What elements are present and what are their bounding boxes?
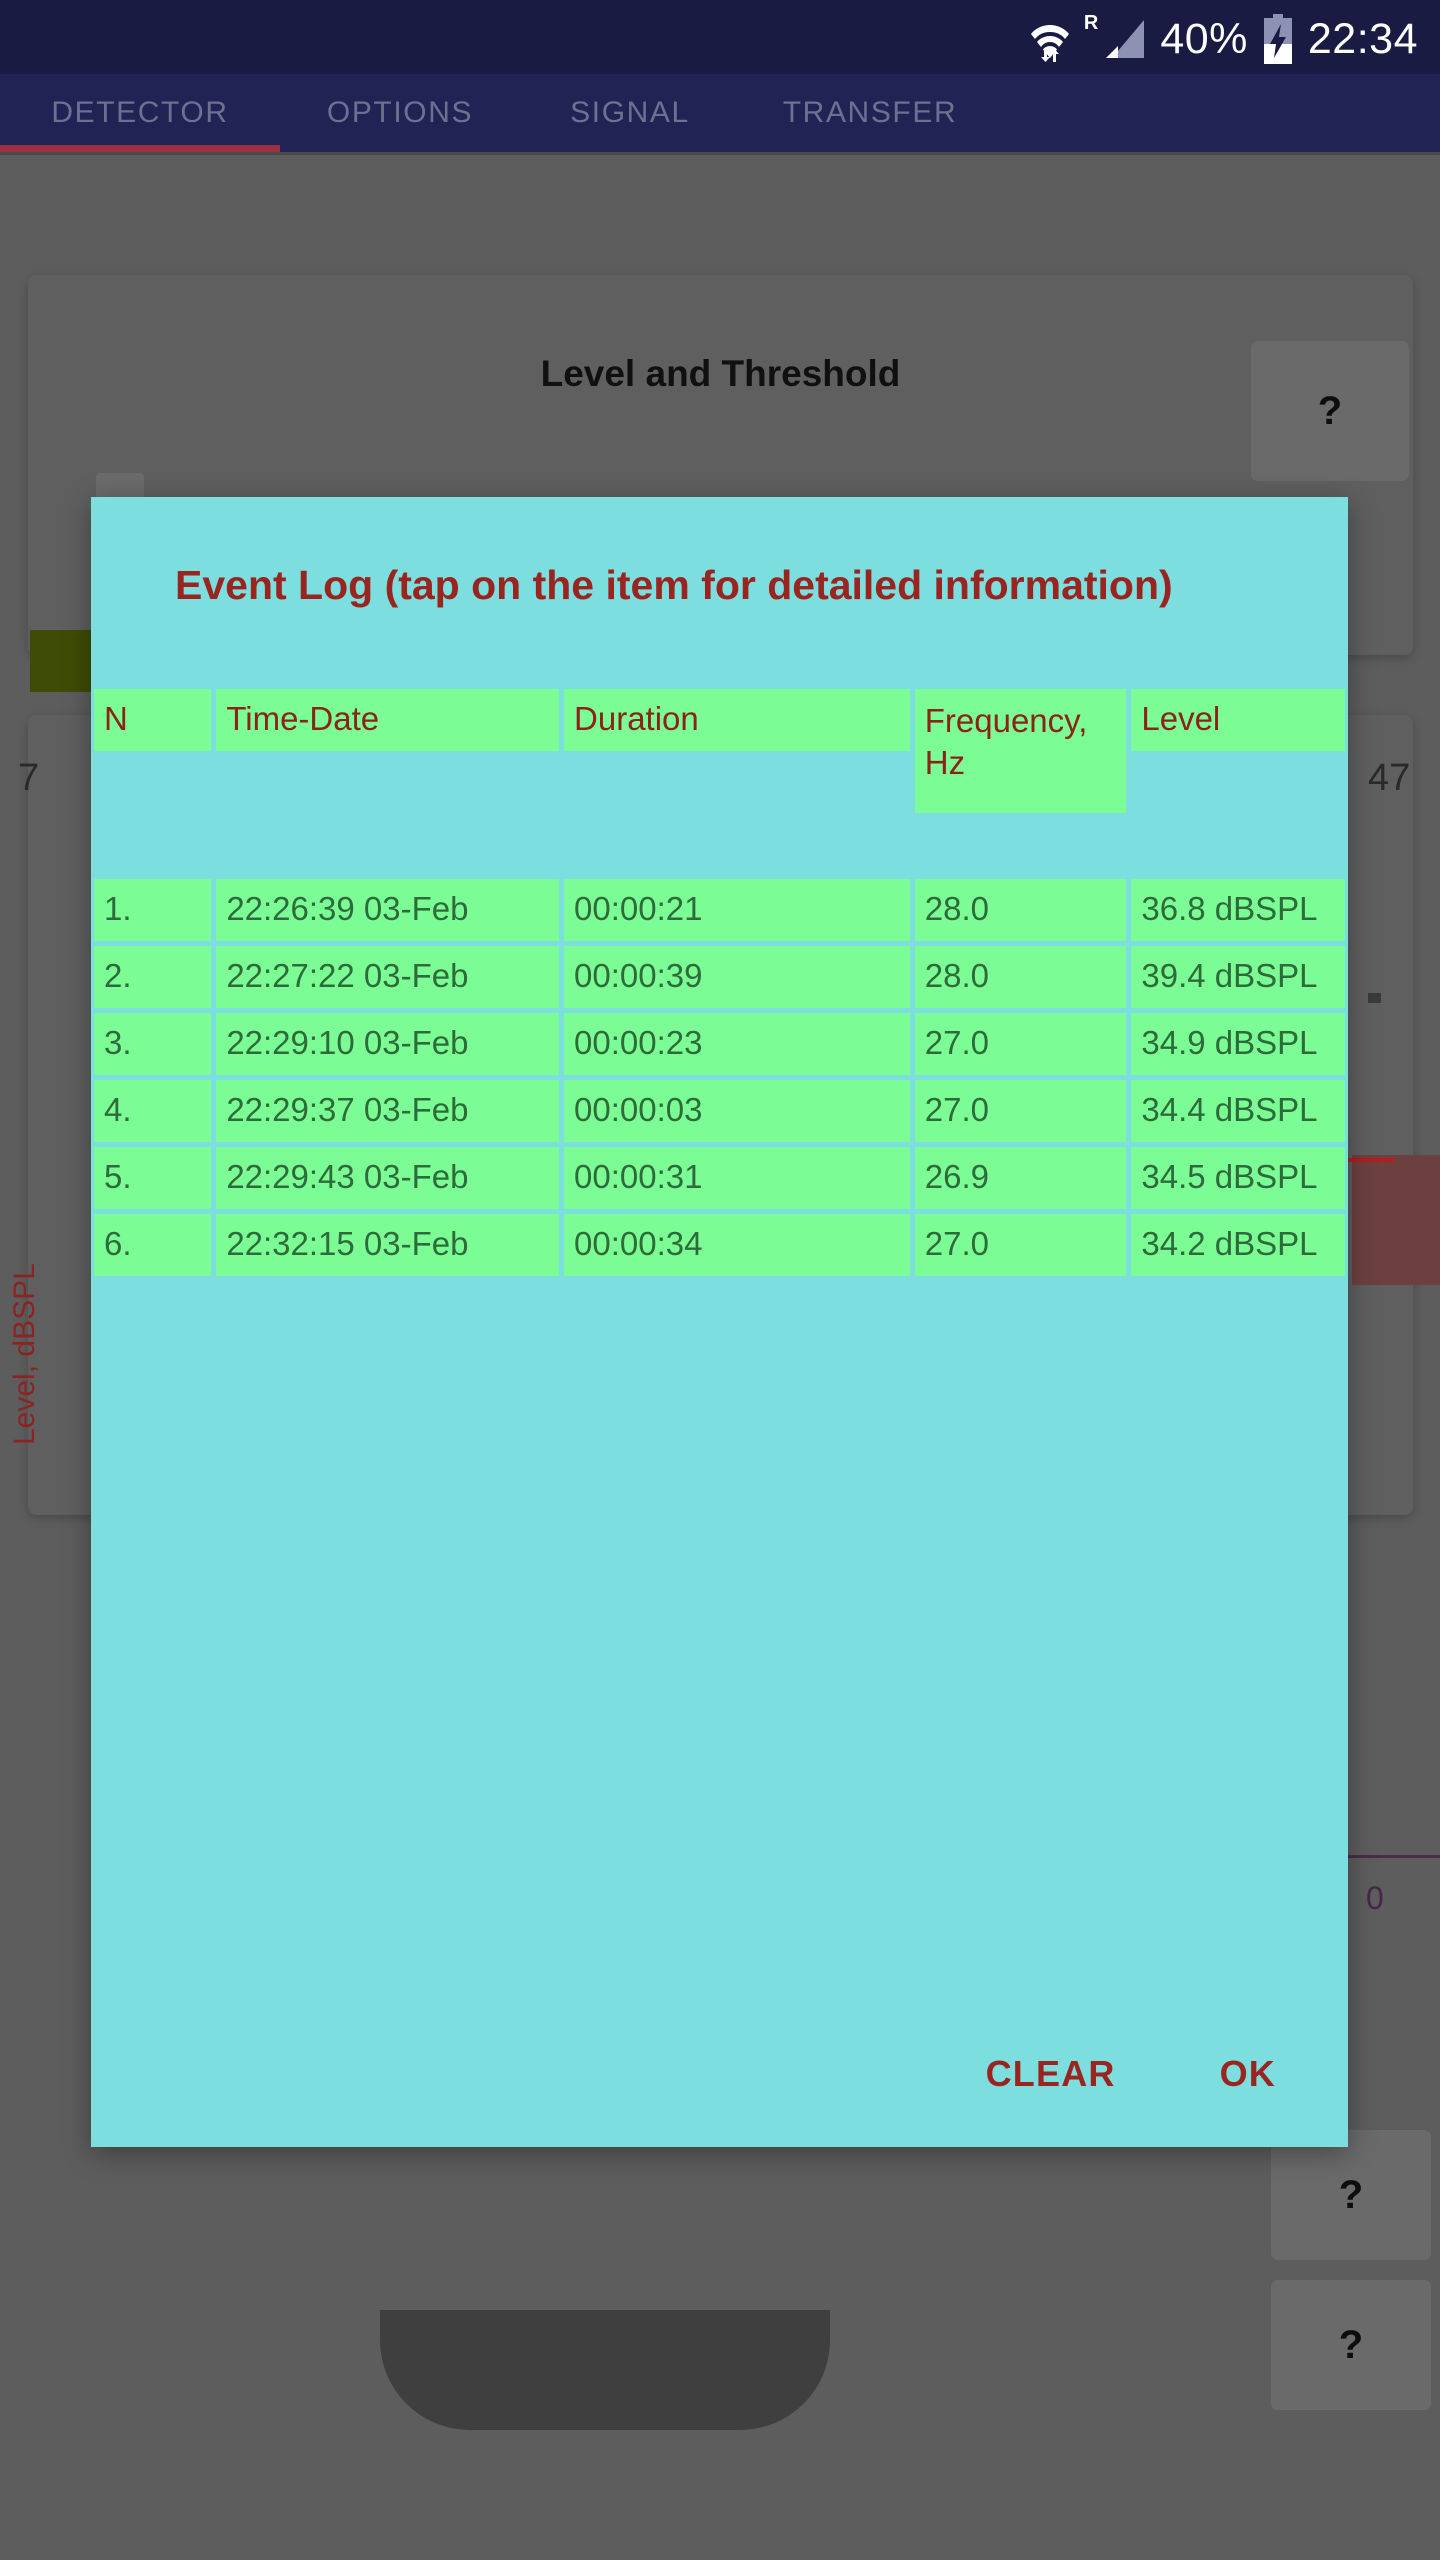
- tab-options[interactable]: OPTIONS: [280, 96, 520, 130]
- y-axis-label: Level, dBSPL: [8, 1263, 41, 1445]
- event-log-table: N Time-Date Duration Frequency, Hz Level…: [94, 689, 1345, 1281]
- cell-n: 2.: [94, 946, 212, 1008]
- cell-level: 34.5 dBSPL: [1131, 1147, 1345, 1209]
- tab-signal[interactable]: SIGNAL: [520, 96, 740, 130]
- cell-time-date: 22:32:15 03-Feb: [216, 1214, 560, 1276]
- cell-duration: 00:00:31: [564, 1147, 910, 1209]
- app-bar-divider: [0, 152, 1440, 155]
- cell-level: 39.4 dBSPL: [1131, 946, 1345, 1008]
- table-row[interactable]: 6. 22:32:15 03-Feb 00:00:34 27.0 34.2 dB…: [94, 1214, 1345, 1276]
- cell-frequency: 28.0: [914, 879, 1127, 941]
- cell-duration: 00:00:21: [564, 879, 910, 941]
- help-button-level-threshold[interactable]: ?: [1251, 341, 1409, 481]
- column-header-time-date: Time-Date: [216, 689, 560, 751]
- cell-time-date: 22:27:22 03-Feb: [216, 946, 560, 1008]
- dialog-action-bar: CLEAR OK: [91, 2053, 1348, 2095]
- cell-duration: 00:00:03: [564, 1080, 910, 1142]
- cell-level: 34.4 dBSPL: [1131, 1080, 1345, 1142]
- cell-frequency: 27.0: [914, 1013, 1127, 1075]
- clock-label: 22:34: [1307, 14, 1418, 63]
- tab-transfer[interactable]: TRANSFER: [740, 96, 1000, 130]
- tab-bar: DETECTOR OPTIONS SIGNAL TRANSFER: [0, 74, 1440, 152]
- chart-maroon-band: [1352, 1155, 1440, 1285]
- cell-level: 36.8 dBSPL: [1131, 879, 1345, 941]
- column-header-duration: Duration: [564, 689, 910, 751]
- table-header-spacer: [94, 813, 1345, 879]
- table-row[interactable]: 3. 22:29:10 03-Feb 00:00:23 27.0 34.9 dB…: [94, 1013, 1345, 1075]
- battery-charging-icon: [1262, 14, 1294, 64]
- table-row[interactable]: 4. 22:29:37 03-Feb 00:00:03 27.0 34.4 dB…: [94, 1080, 1345, 1142]
- screen-root: Level and Threshold 7 47 0 Level, dBSPL …: [0, 0, 1440, 2560]
- cell-frequency: 28.0: [914, 946, 1127, 1008]
- cell-n: 4.: [94, 1080, 212, 1142]
- table-row[interactable]: 1. 22:26:39 03-Feb 00:00:21 28.0 36.8 dB…: [94, 879, 1345, 941]
- tab-selected-indicator: [0, 145, 280, 152]
- cell-time-date: 22:29:10 03-Feb: [216, 1013, 560, 1075]
- help-button-tertiary[interactable]: ?: [1271, 2280, 1431, 2410]
- status-bar: R 40% 22:34: [0, 0, 1440, 78]
- event-log-dialog: Event Log (tap on the item for detailed …: [91, 497, 1348, 2147]
- cell-frequency: 27.0: [914, 1080, 1127, 1142]
- page-title: Level and Threshold: [540, 353, 901, 394]
- cell-level: 34.2 dBSPL: [1131, 1214, 1345, 1276]
- wifi-icon: [1030, 16, 1070, 62]
- table-row[interactable]: 5. 22:29:43 03-Feb 00:00:31 26.9 34.5 dB…: [94, 1147, 1345, 1209]
- chart-tick-marker-right: [1368, 993, 1381, 1003]
- help-button-secondary[interactable]: ?: [1271, 2130, 1431, 2260]
- clear-button[interactable]: CLEAR: [986, 2053, 1116, 2095]
- bottom-nav-handle: [380, 2310, 830, 2430]
- table-row[interactable]: 2. 22:27:22 03-Feb 00:00:39 28.0 39.4 dB…: [94, 946, 1345, 1008]
- cell-n: 5.: [94, 1147, 212, 1209]
- dialog-title: Event Log (tap on the item for detailed …: [175, 562, 1173, 608]
- axis-value-left: 7: [18, 757, 40, 799]
- column-header-level: Level: [1131, 689, 1345, 751]
- cell-time-date: 22:29:43 03-Feb: [216, 1147, 560, 1209]
- table-header-row: N Time-Date Duration Frequency, Hz Level: [94, 689, 1345, 813]
- cell-frequency: 26.9: [914, 1147, 1127, 1209]
- column-header-frequency: Frequency, Hz: [914, 689, 1127, 813]
- axis-value-right: 47: [1368, 757, 1411, 799]
- cell-level: 34.9 dBSPL: [1131, 1013, 1345, 1075]
- cell-duration: 00:00:23: [564, 1013, 910, 1075]
- battery-percent-label: 40%: [1160, 14, 1248, 63]
- cellular-signal-icon: [1104, 16, 1146, 62]
- cell-duration: 00:00:39: [564, 946, 910, 1008]
- cell-n: 3.: [94, 1013, 212, 1075]
- cell-duration: 00:00:34: [564, 1214, 910, 1276]
- table-body: 1. 22:26:39 03-Feb 00:00:21 28.0 36.8 dB…: [94, 879, 1345, 1276]
- ok-button[interactable]: OK: [1220, 2053, 1276, 2095]
- tab-detector[interactable]: DETECTOR: [0, 96, 280, 130]
- column-header-n: N: [94, 689, 212, 751]
- cell-time-date: 22:26:39 03-Feb: [216, 879, 560, 941]
- axis-value-bottom: 0: [1366, 1880, 1384, 1916]
- cell-frequency: 27.0: [914, 1214, 1127, 1276]
- roaming-indicator: R: [1083, 12, 1099, 34]
- cell-time-date: 22:29:37 03-Feb: [216, 1080, 560, 1142]
- cell-n: 6.: [94, 1214, 212, 1276]
- cell-n: 1.: [94, 879, 212, 941]
